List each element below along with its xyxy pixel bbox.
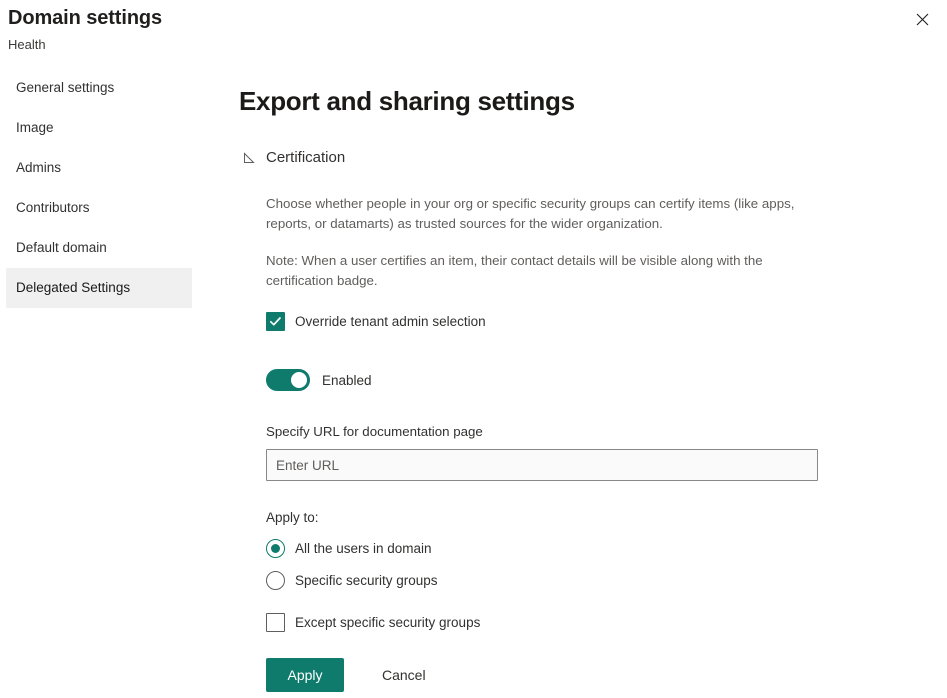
close-icon <box>916 13 929 29</box>
checkbox-label: Override tenant admin selection <box>295 312 486 331</box>
toggle-track <box>266 369 310 391</box>
apply-button[interactable]: Apply <box>266 658 344 692</box>
documentation-url-input[interactable] <box>266 449 818 481</box>
radio-all-users-in-domain[interactable]: All the users in domain <box>266 539 432 558</box>
panel-header: Domain settings Health <box>0 0 947 6</box>
radio-circle <box>266 539 285 558</box>
radio-dot <box>271 544 280 553</box>
checkbox-box <box>266 312 285 331</box>
cancel-button[interactable]: Cancel <box>382 667 426 683</box>
apply-to-label: Apply to: <box>266 509 929 527</box>
sidebar-item-general-settings[interactable]: General settings <box>6 68 192 108</box>
sidebar-item-admins[interactable]: Admins <box>6 148 192 188</box>
radio-label: Specific security groups <box>295 571 438 590</box>
url-field-label: Specify URL for documentation page <box>266 423 929 441</box>
sidebar-item-label: Default domain <box>16 240 107 255</box>
radio-circle <box>266 571 285 590</box>
section-title: Certification <box>266 148 345 168</box>
page-subtitle: Health <box>8 36 46 54</box>
certification-section-body: Choose whether people in your org or spe… <box>266 194 929 692</box>
sidebar-item-label: Contributors <box>16 200 90 215</box>
radio-specific-security-groups[interactable]: Specific security groups <box>266 571 438 590</box>
checkmark-icon <box>269 315 282 328</box>
toggle-knob <box>291 372 307 388</box>
sidebar-item-label: Image <box>16 120 54 135</box>
action-button-row: Apply Cancel <box>266 658 929 692</box>
certification-note: Note: When a user certifies an item, the… <box>266 251 806 290</box>
sidebar-item-default-domain[interactable]: Default domain <box>6 228 192 268</box>
sidebar-item-label: General settings <box>16 80 114 95</box>
sidebar-item-image[interactable]: Image <box>6 108 192 148</box>
sidebar-item-delegated-settings[interactable]: Delegated Settings <box>6 268 192 308</box>
certification-description: Choose whether people in your org or spe… <box>266 194 806 233</box>
page-title: Domain settings <box>8 5 162 31</box>
checkbox-box <box>266 613 285 632</box>
radio-label: All the users in domain <box>295 539 432 558</box>
toggle-label: Enabled <box>322 373 372 388</box>
close-button[interactable] <box>905 4 939 38</box>
chevron-collapse-icon <box>242 151 256 165</box>
certification-section-header[interactable]: Certification <box>242 148 929 168</box>
content-title: Export and sharing settings <box>239 84 929 118</box>
certification-enabled-toggle[interactable]: Enabled <box>266 369 372 391</box>
settings-sidebar: General settings Image Admins Contributo… <box>0 68 200 308</box>
sidebar-item-contributors[interactable]: Contributors <box>6 188 192 228</box>
sidebar-item-label: Delegated Settings <box>16 280 130 295</box>
sidebar-item-label: Admins <box>16 160 61 175</box>
except-specific-security-groups-checkbox[interactable]: Except specific security groups <box>266 613 480 632</box>
override-tenant-admin-checkbox[interactable]: Override tenant admin selection <box>266 312 486 331</box>
main-content: Export and sharing settings Certificatio… <box>239 84 929 692</box>
checkbox-label: Except specific security groups <box>295 613 480 632</box>
